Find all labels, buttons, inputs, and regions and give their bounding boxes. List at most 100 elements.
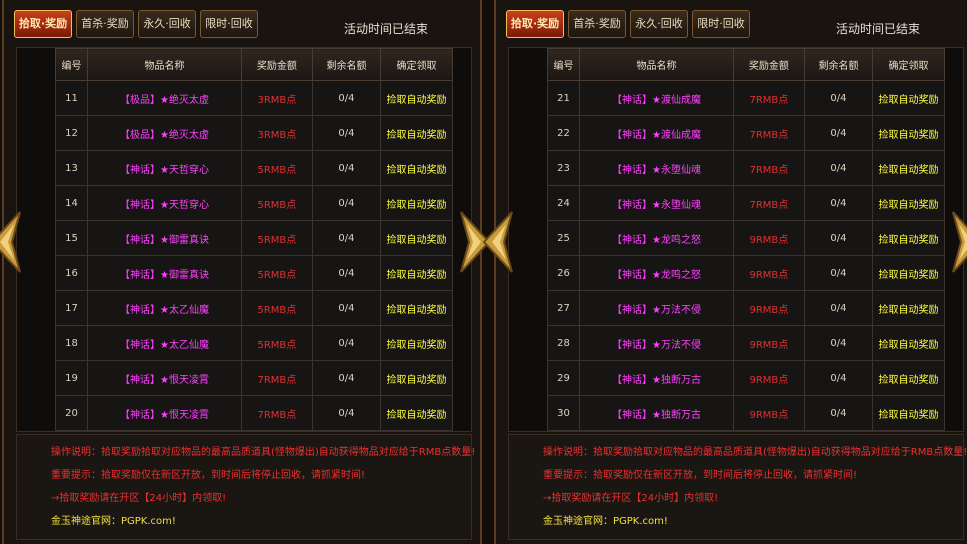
claim-link[interactable]: 捡取自动奖励 [872, 395, 945, 431]
claim-link[interactable]: 捡取自动奖励 [872, 360, 945, 396]
row-id: 26 [546, 255, 581, 291]
item-name: 【神话】★龙鸣之怒 [579, 255, 734, 291]
tab-limited-recycle[interactable]: 限时·回收 [692, 10, 750, 38]
tab-first-kill-reward[interactable]: 首杀·奖励 [568, 10, 626, 38]
reward-table: 编号 物品名称 奖励金额 剩余名额 确定领取 11 【极品】★绝灭太虚 3RMB点 0… [54, 48, 453, 431]
reward-amount: 5RMB点 [240, 290, 313, 326]
info-deadline: →拾取奖励请在开区【24小时】内领取! [51, 493, 227, 504]
row-id: 24 [546, 185, 581, 221]
claim-link[interactable]: 捡取自动奖励 [380, 395, 453, 431]
reward-amount: 5RMB点 [240, 325, 313, 361]
tab-permanent-recycle[interactable]: 永久·回收 [630, 10, 688, 38]
table-row: 26 【神话】★龙鸣之怒 9RMB点 0/4 捡取自动奖励 [546, 255, 945, 291]
reward-amount: 3RMB点 [240, 115, 313, 151]
reward-table-frame: 编号 物品名称 奖励金额 剩余名额 确定领取 11 【极品】★绝灭太虚 3RMB点 0… [16, 47, 472, 432]
item-name: 【神话】★御雷真诀 [87, 220, 242, 256]
table-row: 11 【极品】★绝灭太虚 3RMB点 0/4 捡取自动奖励 [54, 80, 453, 116]
info-website: 金玉神途官网：PGPK.com! [543, 516, 668, 527]
header-id: 编号 [546, 48, 581, 81]
item-name: 【神话】★独断万古 [579, 395, 734, 431]
table-row: 22 【神话】★渡仙成魔 7RMB点 0/4 捡取自动奖励 [546, 115, 945, 151]
info-important-tip: 重要提示：拾取奖励仅在新区开放，到时间后将停止回收，请抓紧时间! [51, 470, 366, 481]
claim-link[interactable]: 捡取自动奖励 [872, 290, 945, 326]
tab-limited-recycle[interactable]: 限时·回收 [200, 10, 258, 38]
tab-pickup-reward[interactable]: 拾取·奖励 [506, 10, 564, 38]
claim-link[interactable]: 捡取自动奖励 [872, 80, 945, 116]
table-row: 14 【神话】★天哲穿心 5RMB点 0/4 捡取自动奖励 [54, 185, 453, 221]
table-row: 16 【神话】★御雷真诀 5RMB点 0/4 捡取自动奖励 [54, 255, 453, 291]
item-name: 【神话】★万法不侵 [579, 325, 734, 361]
remaining-slots: 0/4 [803, 290, 874, 326]
header-reward-amount: 奖励金额 [732, 48, 805, 81]
claim-link[interactable]: 捡取自动奖励 [380, 220, 453, 256]
remaining-slots: 0/4 [803, 255, 874, 291]
reward-amount: 7RMB点 [240, 360, 313, 396]
claim-link[interactable]: 捡取自动奖励 [872, 220, 945, 256]
table-row: 19 【神话】★恨天凌霄 7RMB点 0/4 捡取自动奖励 [54, 360, 453, 396]
item-name: 【神话】★太乙仙魔 [87, 325, 242, 361]
reward-panel-right: 拾取·奖励 首杀·奖励 永久·回收 限时·回收 活动时间已结束 编号 物品名称 … [482, 0, 967, 544]
remaining-slots: 0/4 [803, 360, 874, 396]
reward-amount: 7RMB点 [240, 395, 313, 431]
row-id: 12 [54, 115, 89, 151]
row-id: 25 [546, 220, 581, 256]
arrow-right-icon[interactable] [951, 210, 967, 274]
claim-link[interactable]: 捡取自动奖励 [872, 185, 945, 221]
row-id: 19 [54, 360, 89, 396]
item-name: 【神话】★太乙仙魔 [87, 290, 242, 326]
claim-link[interactable]: 捡取自动奖励 [380, 325, 453, 361]
info-important-tip: 重要提示：拾取奖励仅在新区开放，到时间后将停止回收，请抓紧时间! [543, 470, 858, 481]
remaining-slots: 0/4 [311, 360, 382, 396]
table-row: 20 【神话】★恨天凌霄 7RMB点 0/4 捡取自动奖励 [54, 395, 453, 431]
tab-permanent-recycle[interactable]: 永久·回收 [138, 10, 196, 38]
event-status: 活动时间已结束 [344, 22, 429, 36]
reward-amount: 9RMB点 [732, 360, 805, 396]
claim-link[interactable]: 捡取自动奖励 [872, 150, 945, 186]
remaining-slots: 0/4 [311, 395, 382, 431]
item-name: 【神话】★渡仙成魔 [579, 80, 734, 116]
reward-amount: 9RMB点 [732, 395, 805, 431]
claim-link[interactable]: 捡取自动奖励 [872, 255, 945, 291]
item-name: 【神话】★恨天凌霄 [87, 395, 242, 431]
info-deadline: →拾取奖励请在开区【24小时】内领取! [543, 493, 719, 504]
claim-link[interactable]: 捡取自动奖励 [380, 150, 453, 186]
table-row: 18 【神话】★太乙仙魔 5RMB点 0/4 捡取自动奖励 [54, 325, 453, 361]
claim-link[interactable]: 捡取自动奖励 [380, 80, 453, 116]
arrow-left-icon[interactable] [0, 210, 22, 274]
table-row: 30 【神话】★独断万古 9RMB点 0/4 捡取自动奖励 [546, 395, 945, 431]
remaining-slots: 0/4 [311, 290, 382, 326]
table-row: 28 【神话】★万法不侵 9RMB点 0/4 捡取自动奖励 [546, 325, 945, 361]
claim-link[interactable]: 捡取自动奖励 [872, 325, 945, 361]
item-name: 【神话】★独断万古 [579, 360, 734, 396]
reward-amount: 7RMB点 [732, 80, 805, 116]
remaining-slots: 0/4 [311, 185, 382, 221]
remaining-slots: 0/4 [311, 150, 382, 186]
claim-link[interactable]: 捡取自动奖励 [380, 185, 453, 221]
row-id: 30 [546, 395, 581, 431]
header-remaining-slots: 剩余名额 [311, 48, 382, 81]
claim-link[interactable]: 捡取自动奖励 [380, 290, 453, 326]
table-row: 23 【神话】★永堕仙魂 7RMB点 0/4 捡取自动奖励 [546, 150, 945, 186]
reward-panel-left: 拾取·奖励 首杀·奖励 永久·回收 限时·回收 活动时间已结束 编号 物品名称 … [0, 0, 491, 544]
claim-link[interactable]: 捡取自动奖励 [380, 255, 453, 291]
reward-amount: 7RMB点 [732, 150, 805, 186]
arrow-left-icon[interactable] [482, 210, 514, 274]
remaining-slots: 0/4 [311, 115, 382, 151]
tab-first-kill-reward[interactable]: 首杀·奖励 [76, 10, 134, 38]
header-item-name: 物品名称 [579, 48, 734, 81]
row-id: 21 [546, 80, 581, 116]
reward-table: 编号 物品名称 奖励金额 剩余名额 确定领取 21 【神话】★渡仙成魔 7RMB点 0… [546, 48, 945, 431]
claim-link[interactable]: 捡取自动奖励 [380, 115, 453, 151]
info-website: 金玉神途官网：PGPK.com! [51, 516, 176, 527]
reward-amount: 9RMB点 [732, 290, 805, 326]
claim-link[interactable]: 捡取自动奖励 [872, 115, 945, 151]
info-box: 操作说明：拾取奖励拾取对应物品的最高品质道具(怪物爆出)自动获得物品对应给于RM… [16, 434, 475, 540]
item-name: 【极品】★绝灭太虚 [87, 80, 242, 116]
claim-link[interactable]: 捡取自动奖励 [380, 360, 453, 396]
remaining-slots: 0/4 [803, 80, 874, 116]
reward-amount: 5RMB点 [240, 185, 313, 221]
reward-amount: 3RMB点 [240, 80, 313, 116]
row-id: 13 [54, 150, 89, 186]
info-box: 操作说明：拾取奖励拾取对应物品的最高品质道具(怪物爆出)自动获得物品对应给于RM… [508, 434, 967, 540]
tab-pickup-reward[interactable]: 拾取·奖励 [14, 10, 72, 38]
